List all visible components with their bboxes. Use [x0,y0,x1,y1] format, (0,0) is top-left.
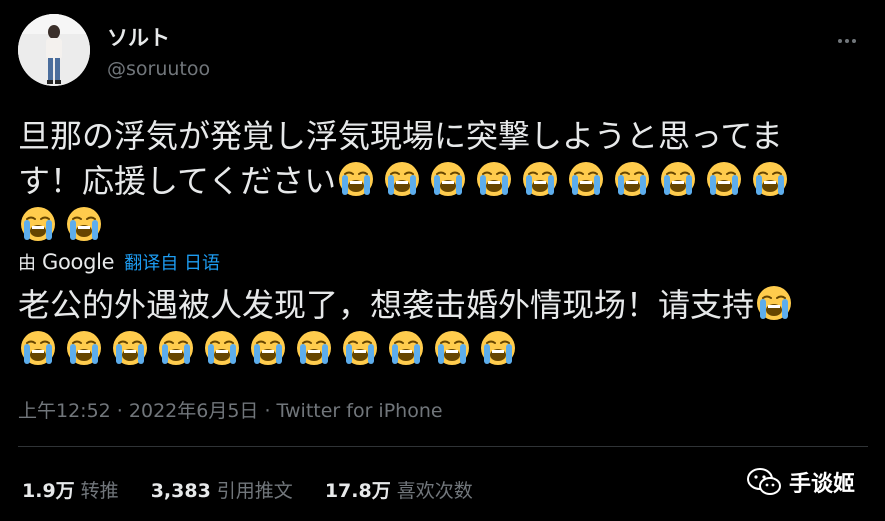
loudly-crying-face-emoji [431,162,466,196]
tweet-time[interactable]: 上午12:52 [18,400,111,422]
tweet-text-segment: 旦那の浮気が発覚し浮気現場に突撃しようと思ってま [18,117,783,155]
loudly-crying-face-emoji [159,331,193,365]
emoji-group [18,331,524,369]
loudly-crying-face-emoji [339,162,374,196]
quotes-stat[interactable]: 3,383 引用推文 [151,476,293,503]
loudly-crying-face-emoji [569,162,604,196]
avatar[interactable] [18,14,90,86]
tweet-metadata: 上午12:52 · 2022年6月5日 · Twitter for iPhone [18,396,443,423]
meta-separator: · [110,400,129,422]
tweet-text-line: 旦那の浮気が発覚し浮気現場に突撃しようと思ってま [18,114,868,159]
watermark-text: 手谈姬 [788,472,855,497]
tweet-header: ソルト @soruutoo [18,14,868,94]
loudly-crying-face-emoji [385,162,420,196]
watermark: 手谈姬 [746,466,855,498]
loudly-crying-face-emoji [251,331,285,365]
wechat-icon [746,468,781,495]
display-name[interactable]: ソルト [107,22,170,52]
translation-attribution: 由 Google 翻译自 日语 [18,249,220,275]
quotes-label: 引用推文 [216,480,293,502]
loudly-crying-face-emoji [389,331,423,365]
likes-label: 喜欢次数 [396,480,473,502]
tweet-original-text: 旦那の浮気が発覚し浮気現場に突撃しようと思ってま す！応援してください [18,114,868,249]
tweet-text-line: す！応援してください [18,159,868,204]
divider [18,446,868,447]
avatar-photo [18,14,90,86]
loudly-crying-face-emoji [113,331,147,365]
retweets-stat[interactable]: 1.9万 转推 [22,476,119,503]
emoji-group [18,207,110,245]
retweets-count: 1.9万 [22,480,75,502]
tweet-text-line: 老公的外遇被人发现了，想袭击婚外情现场！请支持 [18,283,868,328]
loudly-crying-face-emoji [205,331,239,365]
tweet-card: ソルト @soruutoo 旦那の浮気が発覚し浮気現場に突撃しようと思ってま す… [0,0,885,521]
tweet-translated-text: 老公的外遇被人发现了，想袭击婚外情现场！请支持 [18,283,868,373]
loudly-crying-face-emoji [661,162,696,196]
user-handle[interactable]: @soruutoo [107,58,210,80]
loudly-crying-face-emoji [343,331,377,365]
loudly-crying-face-emoji [67,207,101,241]
retweets-label: 转推 [80,480,119,502]
tweet-date[interactable]: 2022年6月5日 [129,400,259,422]
likes-stat[interactable]: 17.8万 喜欢次数 [325,476,473,503]
loudly-crying-face-emoji [435,331,469,365]
loudly-crying-face-emoji [21,331,55,365]
tweet-stats: 1.9万 转推 3,383 引用推文 17.8万 喜欢次数 [22,476,505,503]
loudly-crying-face-emoji [67,331,101,365]
loudly-crying-face-emoji [481,331,515,365]
loudly-crying-face-emoji [477,162,512,196]
tweet-text-segment: 老公的外遇被人发现了，想袭击婚外情现场！请支持 [18,286,755,324]
emoji-group [754,286,800,324]
loudly-crying-face-emoji [757,286,792,320]
loudly-crying-face-emoji [297,331,331,365]
translated-from-link[interactable]: 翻译自 日语 [124,249,220,275]
tweet-text-segment: す！応援してください [18,162,337,200]
likes-count: 17.8万 [324,480,391,502]
tweet-text-line [18,204,868,249]
quotes-count: 3,383 [150,480,211,502]
emoji-group [336,162,796,200]
loudly-crying-face-emoji [707,162,742,196]
more-options-icon[interactable] [838,30,864,43]
tweet-source[interactable]: Twitter for iPhone [277,400,443,422]
google-logo: Google [42,250,115,274]
loudly-crying-face-emoji [523,162,558,196]
loudly-crying-face-emoji [753,162,788,196]
translated-by-label: 由 [18,253,36,274]
tweet-text-line [18,328,868,373]
meta-separator: · [258,400,277,422]
loudly-crying-face-emoji [21,207,55,241]
loudly-crying-face-emoji [615,162,650,196]
